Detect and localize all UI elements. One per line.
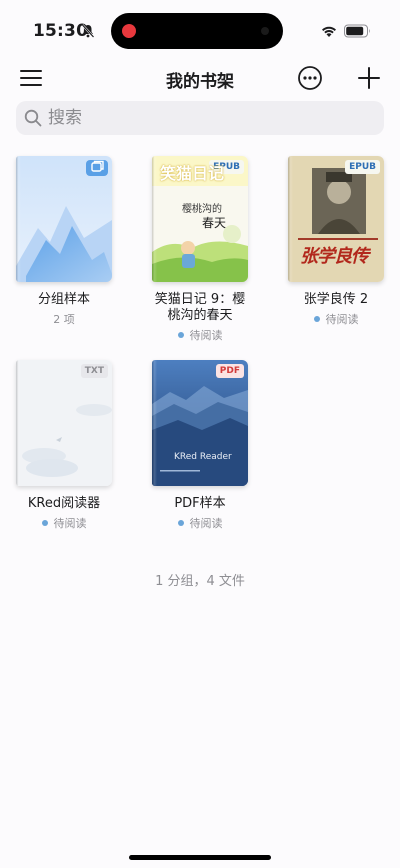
book-cover[interactable]: EPUB 笑猫日记 樱桃沟的 春天 [152,156,248,282]
unread-dot [41,520,48,526]
shelf-book-item[interactable]: EPUB 笑猫日记 樱桃沟的 春天 笑猫日记 9：樱桃沟的春天 待阅读 [138,156,262,343]
item-status: 待阅读 [2,515,126,531]
item-title: 分组样本 [37,292,90,307]
status-bar: 15:30 [0,0,400,60]
nav-bar: 我的书架 [0,60,400,96]
item-title: 笑猫日记 9：樱桃沟的春天 [154,292,246,323]
item-status: 待阅读 [274,311,398,327]
unread-dot [177,520,184,526]
item-count: 2 项 [53,313,75,326]
shelf-book-item[interactable]: TXT KRed阅读器 待阅读 [2,360,126,531]
dark-mountain-cover-art [152,360,248,486]
more-icon[interactable] [296,64,324,92]
dynamic-island [111,13,283,49]
search-input[interactable] [48,101,368,135]
shelf-book-item[interactable]: PDF KRed Reader PDF样本 待阅读 [138,360,262,531]
search-icon [24,109,42,127]
book-cover[interactable]: PDF KRed Reader [152,360,248,486]
shelf-book-item[interactable]: EPUB 张学良传 张学良传 2 待阅读 [274,156,398,327]
home-indicator[interactable] [129,855,271,860]
camera-dot [261,27,269,35]
unread-dot [313,316,320,322]
item-status: 待阅读 [138,327,262,343]
bell-slash-icon [81,24,95,38]
unread-dot [177,332,184,338]
book-cover[interactable]: TXT [16,360,112,486]
clouds-cover-art [16,360,112,486]
item-title: KRed阅读器 [27,496,101,511]
format-badge: PDF [215,364,244,378]
cover-title: 张学良传 [300,246,369,267]
group-stack-icon [86,160,108,176]
item-title: PDF样本 [174,496,226,511]
format-badge: TXT [80,364,108,378]
status-label: 待阅读 [325,313,359,326]
status-label: 待阅读 [189,517,223,530]
shelf-summary: 1 分组，4 文件 [155,574,245,589]
group-cover[interactable] [16,156,112,282]
status-label: 待阅读 [53,517,87,530]
plus-icon[interactable] [355,64,383,92]
format-badge: EPUB [345,160,380,174]
shelf-group-item[interactable]: 分组样本 2 项 [2,156,126,327]
book-cover[interactable]: EPUB 张学良传 [288,156,384,282]
cover-subtitle-2: 春天 [202,216,227,230]
wifi-icon [322,26,336,37]
page-title: 我的书架 [166,72,234,92]
status-label: 待阅读 [189,329,223,342]
record-icon [122,24,136,38]
item-title: 张学良传 2 [303,292,369,307]
cover-subtitle: 樱桃沟的 [182,204,222,215]
battery-icon [344,24,370,38]
item-status: 待阅读 [138,515,262,531]
cover-title: 笑猫日记 [160,164,225,183]
cover-title: KRed Reader [174,452,232,462]
search-bar[interactable] [16,101,384,135]
